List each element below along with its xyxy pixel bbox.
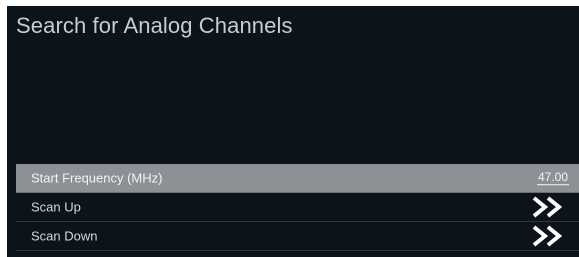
scan-menu: Start Frequency (MHz) 47.00 Scan Up Scan… xyxy=(16,164,579,251)
analog-search-screen: Search for Analog Channels Start Frequen… xyxy=(7,6,579,257)
double-chevron-right-icon xyxy=(532,225,563,247)
double-chevron-right-icon xyxy=(532,196,563,218)
menu-item-label: Scan Up xyxy=(31,199,81,215)
page-title: Search for Analog Channels xyxy=(16,13,293,38)
menu-item-label: Start Frequency (MHz) xyxy=(31,170,163,186)
menu-item-scan-down[interactable]: Scan Down xyxy=(16,222,579,251)
menu-item-scan-up[interactable]: Scan Up xyxy=(16,193,579,222)
menu-item-label: Scan Down xyxy=(31,228,98,244)
menu-item-start-frequency[interactable]: Start Frequency (MHz) 47.00 xyxy=(16,164,579,193)
start-frequency-value[interactable]: 47.00 xyxy=(536,170,569,186)
